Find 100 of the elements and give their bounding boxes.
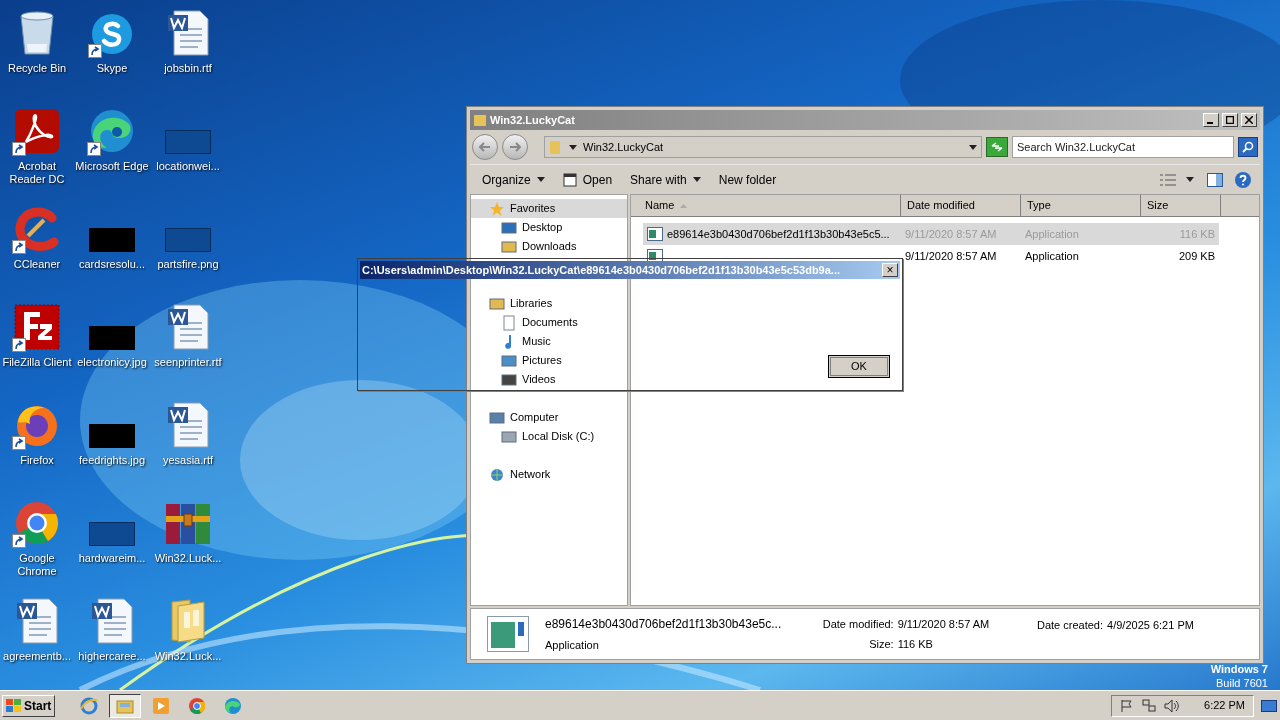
icon-label: FileZilla Client: [1, 356, 73, 369]
nav-item[interactable]: Videos: [471, 370, 627, 389]
icon-label: partsfire.png: [156, 258, 220, 271]
column-header[interactable]: Type: [1021, 195, 1141, 217]
toolbar-button[interactable]: Open: [556, 167, 619, 192]
refresh-arrows-icon: [990, 142, 1004, 152]
toolbar-button[interactable]: Share with: [624, 167, 707, 192]
icon-label: Google Chrome: [16, 552, 58, 578]
column-header[interactable]: Name: [631, 195, 901, 217]
desktop-icon: [1261, 699, 1277, 712]
file-name: e89614e3b0430d706bef2d1f13b30b43e5c5...: [667, 226, 890, 242]
icon-label: cardsresolu...: [78, 258, 146, 271]
network-icon: [1142, 698, 1157, 713]
nav-item[interactable]: Desktop: [471, 218, 627, 237]
desktop-icon[interactable]: Acrobat Reader DC: [0, 102, 74, 200]
filezilla-icon: [14, 304, 60, 350]
folder-icon: [168, 598, 208, 644]
forward-arrow-icon: [509, 142, 521, 152]
desktop-icon[interactable]: partsfire.png: [150, 200, 226, 298]
details-file-name: e89614e3b0430d706bef2d1f13b30b43e5c...: [545, 615, 783, 633]
desktop-icon[interactable]: Google Chrome: [0, 494, 74, 592]
close-button[interactable]: [1241, 113, 1257, 127]
icon-label: highercaree...: [77, 650, 147, 663]
desktop-icon[interactable]: FileZilla Client: [0, 298, 74, 396]
toolbar-button[interactable]: Organize: [476, 167, 551, 192]
details-label: Date created:: [1037, 618, 1104, 633]
image-thumbnail-icon: [165, 228, 211, 252]
library-icon: [489, 295, 505, 312]
address-bar[interactable]: Win32.LuckyCat: [544, 136, 982, 158]
picture-icon: [501, 352, 517, 369]
desktop-icon[interactable]: CCleaner: [0, 200, 74, 298]
refresh-button[interactable]: [986, 137, 1008, 157]
desktop-icon[interactable]: agreementb...: [0, 592, 74, 690]
nav-item[interactable]: Network: [471, 465, 627, 484]
ok-button[interactable]: OK: [828, 355, 890, 378]
search-button[interactable]: [1238, 137, 1258, 157]
close-button[interactable]: ×: [882, 263, 898, 277]
desktop-icon[interactable]: hardwareim...: [74, 494, 150, 592]
chrome-icon: [188, 696, 207, 715]
file-date: 9/11/2020 8:57 AM: [904, 248, 998, 264]
caret-icon: [692, 177, 701, 182]
forward-button[interactable]: [502, 134, 528, 160]
acrobat-icon: [14, 108, 60, 154]
image-thumbnail-icon: [165, 130, 211, 154]
start-button[interactable]: Start: [2, 694, 56, 717]
icon-label: Acrobat Reader DC: [8, 160, 66, 186]
image-thumbnail-icon: [89, 228, 135, 252]
caret-icon: [1186, 177, 1194, 182]
desktop-icon[interactable]: electronicy.jpg: [74, 298, 150, 396]
file-size: 116 KB: [1178, 226, 1215, 242]
desktop-icon: [501, 219, 517, 236]
desktop-icon[interactable]: Firefox: [0, 396, 74, 494]
desktop-icon[interactable]: cardsresolu...: [74, 200, 150, 298]
desktop-icon[interactable]: Win32.Luck...: [150, 494, 226, 592]
desktop-icon[interactable]: locationwei...: [150, 102, 226, 200]
caret-icon: [969, 144, 977, 150]
maximize-icon: [1226, 116, 1234, 124]
document-icon: [501, 314, 517, 331]
column-header[interactable]: Size: [1141, 195, 1221, 217]
file-type: Application: [1024, 226, 1080, 242]
icon-label: Recycle Bin: [6, 62, 68, 75]
toolbar-button[interactable]: New folder: [712, 167, 783, 192]
search-field[interactable]: Search Win32.LuckyCat: [1012, 136, 1234, 158]
taskbar-app-button[interactable]: [109, 693, 142, 718]
edge-logo-icon: [89, 108, 135, 154]
nav-item[interactable]: Downloads: [471, 237, 627, 256]
minimize-button[interactable]: [1203, 113, 1219, 127]
os-version-text: Build 7601: [1216, 676, 1268, 690]
back-button[interactable]: [472, 134, 498, 160]
edge-logo-icon: [224, 696, 243, 715]
maximize-button[interactable]: [1222, 113, 1238, 127]
os-version-text: Windows 7: [1210, 662, 1268, 676]
icon-label: electronicy.jpg: [76, 356, 148, 369]
nav-item[interactable]: Local Disk (C:): [471, 427, 627, 446]
window-icon: [562, 172, 577, 187]
desktop-icon[interactable]: jobsbin.rtf: [150, 4, 226, 102]
nav-item[interactable]: Music: [471, 332, 627, 351]
desktop-icon[interactable]: highercaree...: [74, 592, 150, 690]
nav-item[interactable]: Documents: [471, 313, 627, 332]
word-document-icon: [15, 598, 59, 644]
chrome-icon: [14, 500, 60, 546]
file-type: Application: [1024, 248, 1080, 264]
skype-logo-icon: [90, 12, 134, 56]
desktop-icon[interactable]: seenprinter.rtf: [150, 298, 226, 396]
desktop-icon[interactable]: Microsoft Edge: [74, 102, 150, 200]
nav-item[interactable]: Computer: [471, 408, 627, 427]
nav-item[interactable]: Libraries: [471, 294, 627, 313]
column-header[interactable]: Date modified: [901, 195, 1021, 217]
desktop-icon[interactable]: Recycle Bin: [0, 4, 74, 102]
internet-explorer-icon: [80, 696, 99, 715]
windows-logo-icon: [6, 698, 22, 713]
file-row[interactable]: e89614e3b0430d706bef2d1f13b30b43e5c5... 9/11/2020 8:57 AM Application 116 KB: [643, 223, 1219, 245]
show-desktop-button[interactable]: [1260, 697, 1278, 714]
nav-item[interactable]: Favorites: [471, 199, 627, 218]
details-value: 4/9/2025 6:21 PM: [1107, 618, 1194, 633]
close-icon: [1245, 116, 1253, 124]
desktop-icon[interactable]: Skype: [74, 4, 150, 102]
image-thumbnail-icon: [89, 326, 135, 350]
file-date: 9/11/2020 8:57 AM: [904, 226, 998, 242]
nav-item[interactable]: Pictures: [471, 351, 627, 370]
